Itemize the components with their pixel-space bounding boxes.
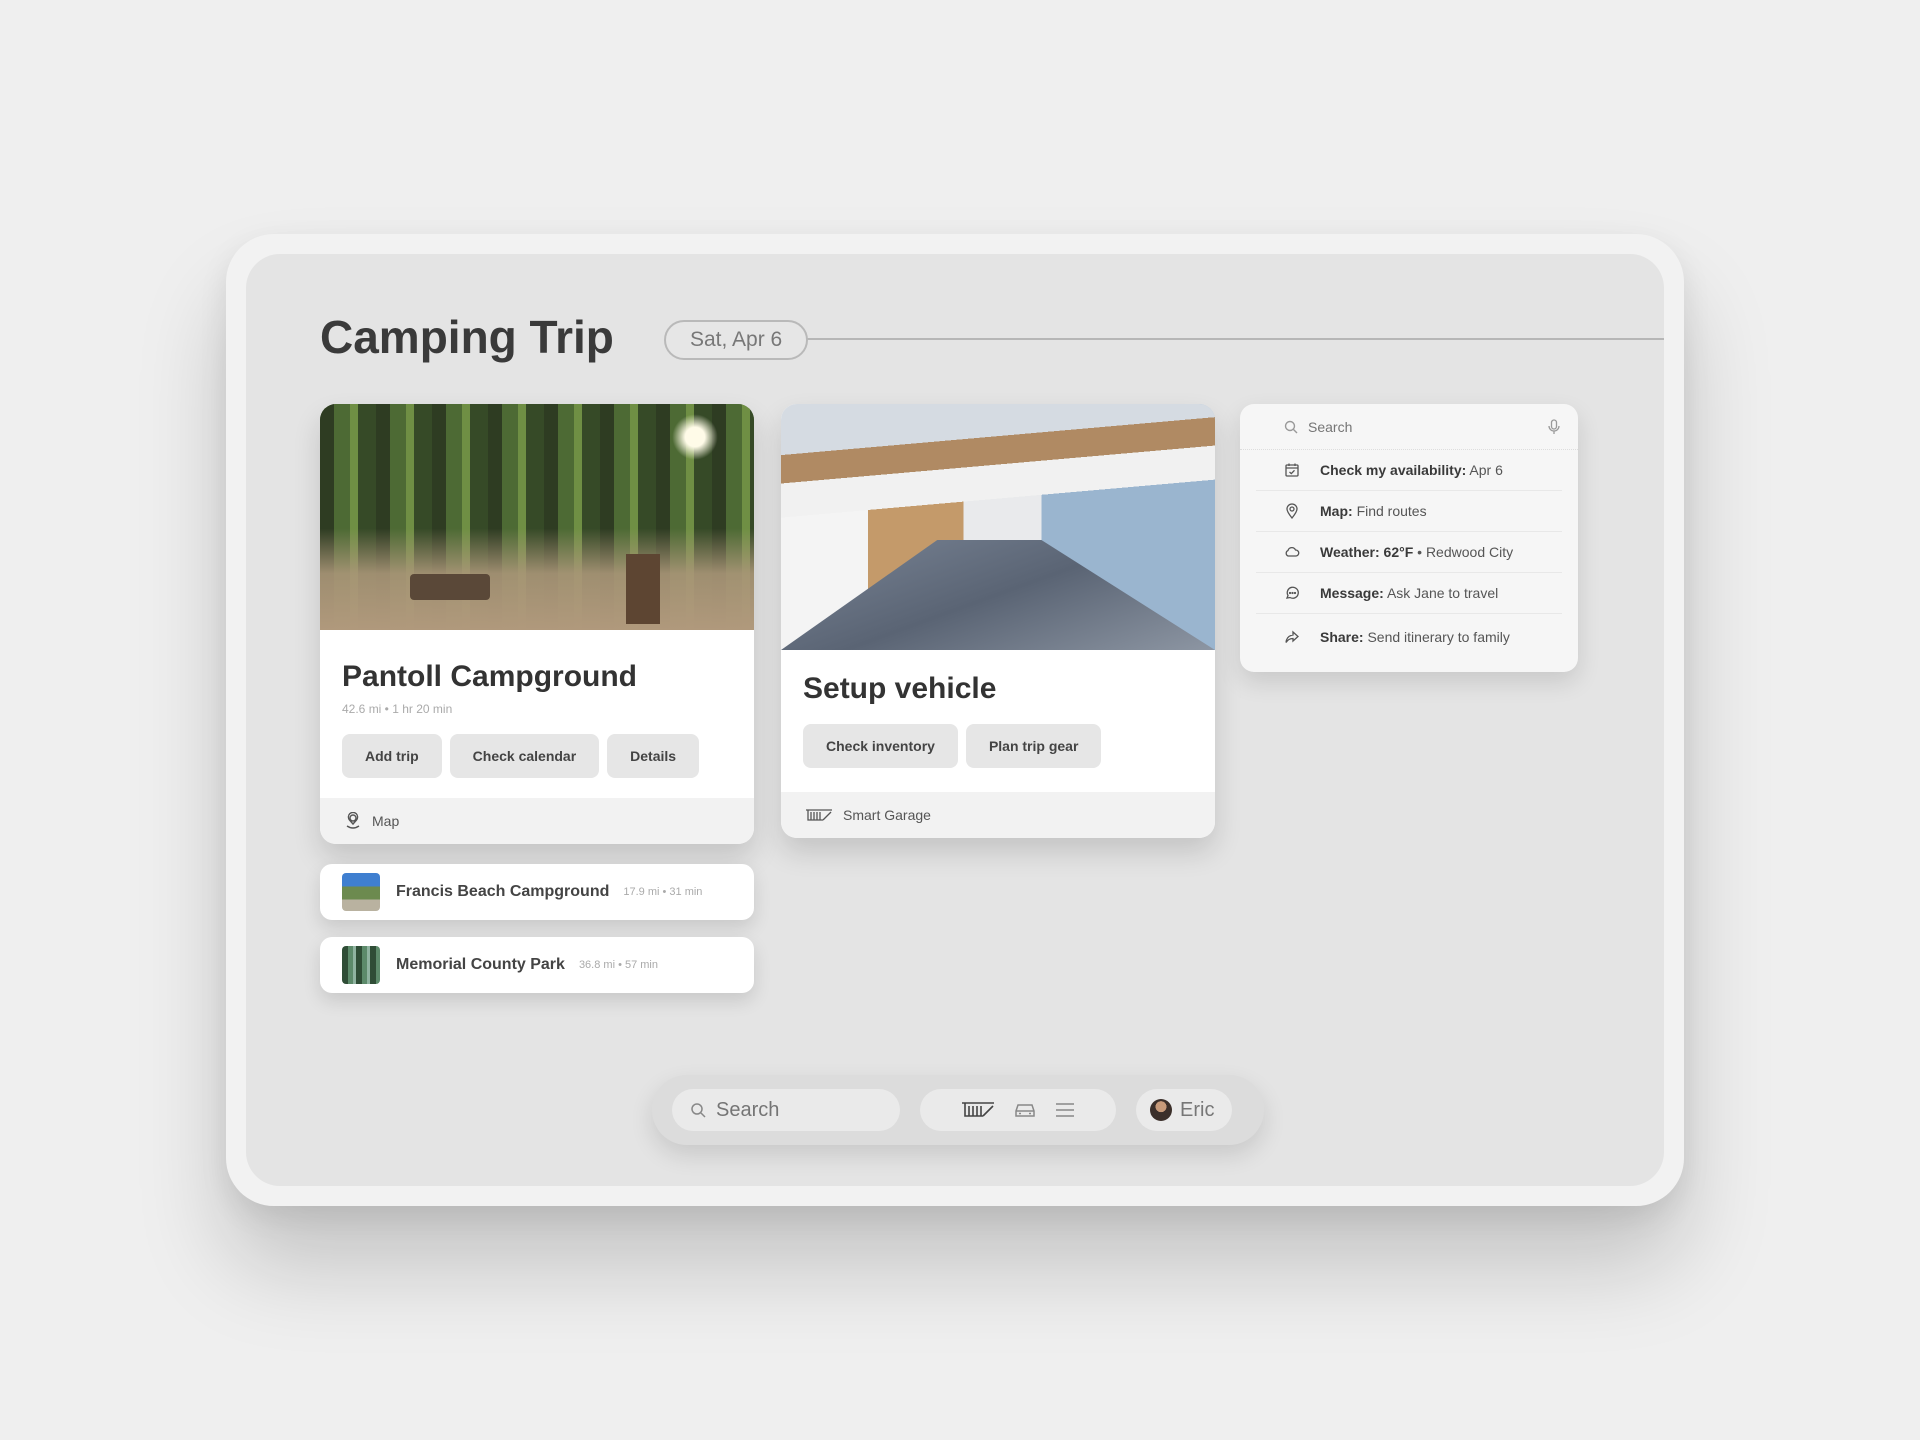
campground-meta: 42.6 mi • 1 hr 20 min (342, 702, 453, 716)
campground-photo (320, 404, 754, 630)
microphone-icon[interactable] (1548, 418, 1560, 435)
user-profile-button[interactable]: Eric (1136, 1089, 1233, 1131)
smart-garage-label: Smart Garage (843, 807, 931, 823)
campground-title: Pantoll Campground (342, 660, 637, 693)
page-title: Camping Trip (320, 311, 614, 363)
list-item-meta: 17.9 mi • 31 min (623, 886, 703, 898)
search-icon (690, 1102, 706, 1118)
thumbnail (342, 873, 380, 911)
calendar-check-icon (1284, 462, 1300, 478)
menu-icon[interactable] (1055, 1102, 1075, 1118)
add-trip-button[interactable]: Add trip (342, 734, 442, 778)
suggestion-weather[interactable]: Weather: 62°F • Redwood City (1256, 532, 1562, 573)
location-pin-icon (1284, 503, 1300, 519)
garage-icon[interactable] (961, 1101, 995, 1119)
assistant-panel: Check my availability: Apr 6 Map: Find r… (1240, 404, 1578, 672)
campground-card[interactable]: Pantoll Campground 42.6 mi • 1 hr 20 min… (320, 404, 754, 844)
map-label: Map (372, 813, 400, 829)
message-icon (1284, 585, 1300, 601)
list-item-name: Francis Beach Campground (396, 883, 610, 900)
dock-search[interactable] (672, 1089, 900, 1131)
timeline-line (804, 338, 1664, 340)
app-switcher (920, 1089, 1116, 1131)
suggestion-message[interactable]: Message: Ask Jane to travel (1256, 573, 1562, 614)
map-pin-icon (344, 812, 362, 830)
check-calendar-button[interactable]: Check calendar (449, 734, 600, 778)
garage-photo (781, 404, 1215, 650)
suggestion-share[interactable]: Share: Send itinerary to family (1256, 614, 1562, 660)
list-item-meta: 36.8 mi • 57 min (578, 959, 658, 971)
plan-trip-gear-button[interactable]: Plan trip gear (965, 724, 1102, 768)
avatar (1150, 1099, 1172, 1121)
assistant-search-input[interactable] (1308, 418, 1538, 435)
suggestion-map[interactable]: Map: Find routes (1256, 491, 1562, 532)
check-inventory-button[interactable]: Check inventory (803, 724, 958, 768)
screen: Camping Trip Sat, Apr 6 Pantoll Campgrou… (246, 254, 1664, 1186)
list-item-name: Memorial County Park (396, 956, 565, 973)
share-icon (1284, 629, 1300, 645)
search-icon (1284, 420, 1298, 434)
smart-garage-link[interactable]: Smart Garage (781, 792, 1215, 838)
vehicle-card[interactable]: Setup vehicle Check inventory Plan trip … (781, 404, 1215, 838)
garage-icon (805, 808, 833, 822)
bottom-dock: Eric (652, 1075, 1264, 1145)
user-name: Eric (1180, 1098, 1215, 1121)
suggestion-availability[interactable]: Check my availability: Apr 6 (1256, 450, 1562, 491)
map-link[interactable]: Map (320, 798, 754, 844)
assistant-search[interactable] (1240, 404, 1578, 450)
date-pill[interactable]: Sat, Apr 6 (664, 320, 809, 360)
dock-search-input[interactable] (716, 1098, 886, 1122)
cloud-icon (1284, 544, 1300, 560)
details-button[interactable]: Details (607, 734, 700, 778)
list-item[interactable]: Francis Beach Campground 17.9 mi • 31 mi… (320, 864, 754, 920)
thumbnail (342, 946, 380, 984)
car-icon[interactable] (1013, 1101, 1037, 1119)
vehicle-title: Setup vehicle (803, 672, 997, 705)
list-item[interactable]: Memorial County Park 36.8 mi • 57 min (320, 937, 754, 993)
